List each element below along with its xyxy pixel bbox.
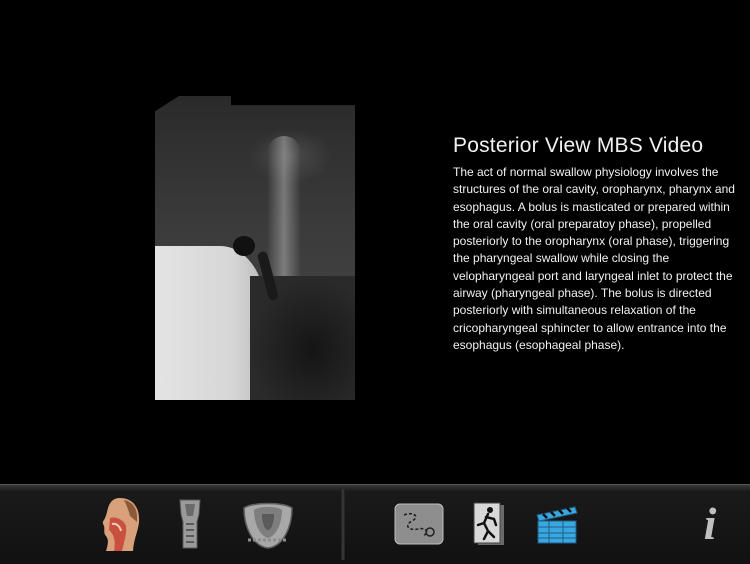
larynx-button[interactable] (175, 493, 205, 555)
airway-bowl-button[interactable] (240, 493, 296, 555)
scribble-button[interactable] (394, 493, 444, 555)
running-figure-button[interactable] (472, 493, 506, 555)
clapperboard-icon (536, 506, 578, 544)
bottom-toolbar: i (0, 484, 750, 564)
mbs-video-frame[interactable] (155, 96, 355, 400)
info-button[interactable]: i (695, 493, 725, 555)
video-dark-region (250, 276, 355, 400)
page-title: Posterior View MBS Video (453, 134, 704, 157)
running-figure-icon (473, 502, 504, 545)
video-bolus (233, 236, 255, 256)
toolbar-divider (341, 489, 345, 560)
info-icon: i (703, 498, 717, 549)
description-panel: Posterior View MBS Video The act of norm… (453, 134, 748, 354)
larynx-icon (179, 499, 201, 549)
airway-bowl-icon (243, 502, 293, 549)
head-anatomy-icon (102, 498, 140, 551)
scribble-icon (394, 503, 444, 545)
video-bright-region (155, 246, 265, 400)
clapperboard-button[interactable] (535, 493, 579, 555)
description-text: The act of normal swallow physiology inv… (453, 165, 735, 352)
main-stage: Posterior View MBS Video The act of norm… (0, 0, 750, 484)
head-anatomy-button[interactable] (100, 493, 142, 555)
